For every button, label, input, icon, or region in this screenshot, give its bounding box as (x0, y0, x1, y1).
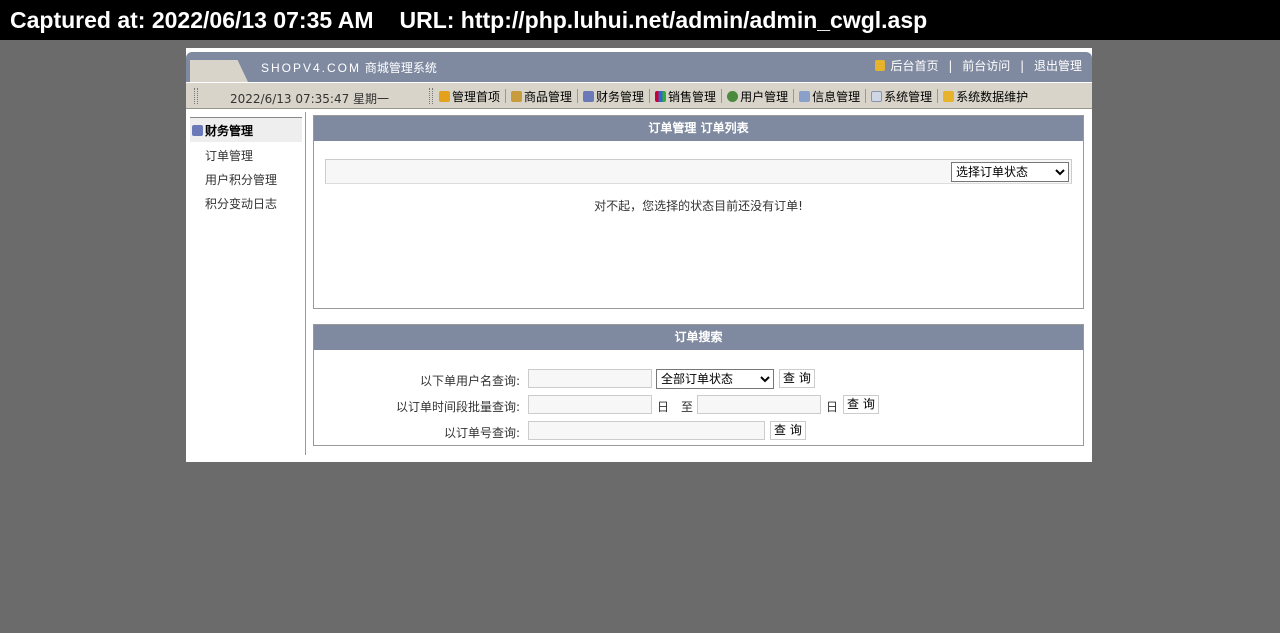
link-separator: | (1020, 59, 1025, 73)
nav-divider (577, 89, 579, 103)
search-by-date-label: 以订单时间段批量查询: (395, 400, 520, 414)
search-by-date-row: 以订单时间段批量查询: 日 至 日 查 询 (314, 395, 1083, 415)
nav-finance[interactable]: 财务管理 (583, 88, 644, 105)
order-status-select[interactable]: 选择订单状态 (951, 162, 1069, 182)
search-by-user-label: 以下单用户名查询: (419, 374, 520, 388)
capture-timestamp: Captured at: 2022/06/13 07:35 AM (10, 7, 374, 33)
end-date-input[interactable] (697, 395, 821, 414)
trophy-icon (439, 91, 450, 102)
sidebar-separator (305, 112, 306, 455)
nav-goods[interactable]: 商品管理 (511, 88, 572, 105)
nav-divider (793, 89, 795, 103)
sidebar-heading: 财务管理 (190, 118, 302, 142)
nav-divider (865, 89, 867, 103)
info-icon (799, 91, 811, 102)
nav-label: 系统管理 (884, 90, 933, 104)
nav-divider (721, 89, 723, 103)
link-logout[interactable]: 退出管理 (1034, 59, 1082, 73)
top-links: 后台首页 | 前台访问 | 退出管理 (874, 57, 1082, 74)
nav-sales[interactable]: 销售管理 (655, 88, 716, 105)
search-by-order-no-label: 以订单号查询: (443, 426, 520, 440)
nav-label: 财务管理 (596, 90, 645, 104)
order-search-panel: 订单搜索 以下单用户名查询: 全部订单状态 查 询 以订单时间段批量查询: 日 … (313, 324, 1084, 446)
nav-label: 信息管理 (812, 90, 861, 104)
search-by-user-row: 以下单用户名查询: 全部订单状态 查 询 (314, 369, 1083, 389)
nav-divider (937, 89, 939, 103)
end-day-label: 日 (826, 400, 839, 414)
nav-admin-home[interactable]: 管理首项 (439, 88, 500, 105)
sidebar-menu: 订单管理 用户积分管理 积分变动日志 (190, 142, 302, 214)
query-by-date-button[interactable]: 查 询 (843, 395, 879, 414)
nav-label: 管理首项 (452, 90, 501, 104)
nav-divider (505, 89, 507, 103)
finance-icon (192, 125, 203, 136)
sidebar-heading-label: 财务管理 (205, 124, 254, 138)
lock-icon (943, 91, 955, 102)
order-filter-bar: 选择订单状态 (325, 159, 1072, 184)
nav-label: 系统数据维护 (956, 90, 1029, 104)
link-frontend[interactable]: 前台访问 (962, 59, 1010, 73)
brand-logo: SHOPV4.COM (261, 61, 362, 75)
chart-icon (655, 91, 667, 102)
header-tab-decoration (190, 60, 248, 82)
toolbar: 2022/6/13 07:35:47 星期一 管理首项 商品管理 财务管理 销售管理 用… (186, 82, 1092, 109)
nav-label: 用户管理 (740, 90, 789, 104)
to-label: 至 (681, 400, 694, 414)
current-datetime: 2022/6/13 07:35:47 星期一 (230, 92, 390, 106)
toolbar-grip (194, 88, 198, 104)
order-list-title: 订单管理 订单列表 (314, 116, 1083, 141)
start-date-input[interactable] (528, 395, 652, 414)
order-search-title: 订单搜索 (314, 325, 1083, 350)
empty-orders-message: 对不起，您选择的状态目前还没有订单! (594, 199, 803, 213)
query-by-order-no-button[interactable]: 查 询 (770, 421, 806, 440)
order-number-input[interactable] (528, 421, 765, 440)
goods-icon (511, 91, 523, 102)
main-nav: 管理首项 商品管理 财务管理 销售管理 用户管理 信息管理 系统管理 系统数据维护 (439, 88, 1028, 105)
order-list-panel: 订单管理 订单列表 选择订单状态 对不起，您选择的状态目前还没有订单! (313, 115, 1084, 309)
finance-icon (583, 91, 595, 102)
sidebar-item-user-points[interactable]: 用户积分管理 (205, 170, 302, 190)
sidebar-item-points-log[interactable]: 积分变动日志 (205, 194, 302, 214)
sidebar-item-order-management[interactable]: 订单管理 (205, 146, 302, 166)
nav-data-maintenance[interactable]: 系统数据维护 (943, 88, 1028, 105)
nav-label: 商品管理 (524, 90, 573, 104)
start-day-label: 日 (657, 400, 670, 414)
nav-divider (649, 89, 651, 103)
document-icon (871, 91, 883, 102)
link-admin-home[interactable]: 后台首页 (891, 59, 939, 73)
header-bar: SHOPV4.COM 商城管理系统 后台首页 | 前台访问 | 退出管理 202… (186, 52, 1092, 109)
query-by-user-button[interactable]: 查 询 (779, 369, 815, 388)
admin-window: SHOPV4.COM 商城管理系统 后台首页 | 前台访问 | 退出管理 202… (186, 48, 1092, 462)
username-input[interactable] (528, 369, 652, 388)
home-lock-icon (874, 60, 885, 71)
toolbar-grip (429, 88, 433, 104)
user-icon (727, 91, 739, 102)
brand: SHOPV4.COM 商城管理系统 (261, 59, 437, 76)
brand-system-name: 商城管理系统 (364, 61, 437, 75)
nav-label: 销售管理 (668, 90, 717, 104)
nav-users[interactable]: 用户管理 (727, 88, 788, 105)
nav-system[interactable]: 系统管理 (871, 88, 932, 105)
nav-info[interactable]: 信息管理 (799, 88, 860, 105)
link-separator: | (948, 59, 953, 73)
capture-url: URL: http://php.luhui.net/admin/admin_cw… (399, 7, 928, 33)
search-by-order-no-row: 以订单号查询: 查 询 (314, 421, 1083, 441)
search-status-select[interactable]: 全部订单状态 (656, 369, 774, 389)
sidebar: 财务管理 订单管理 用户积分管理 积分变动日志 (190, 117, 302, 214)
capture-banner: Captured at: 2022/06/13 07:35 AM URL: htt… (0, 0, 1280, 40)
